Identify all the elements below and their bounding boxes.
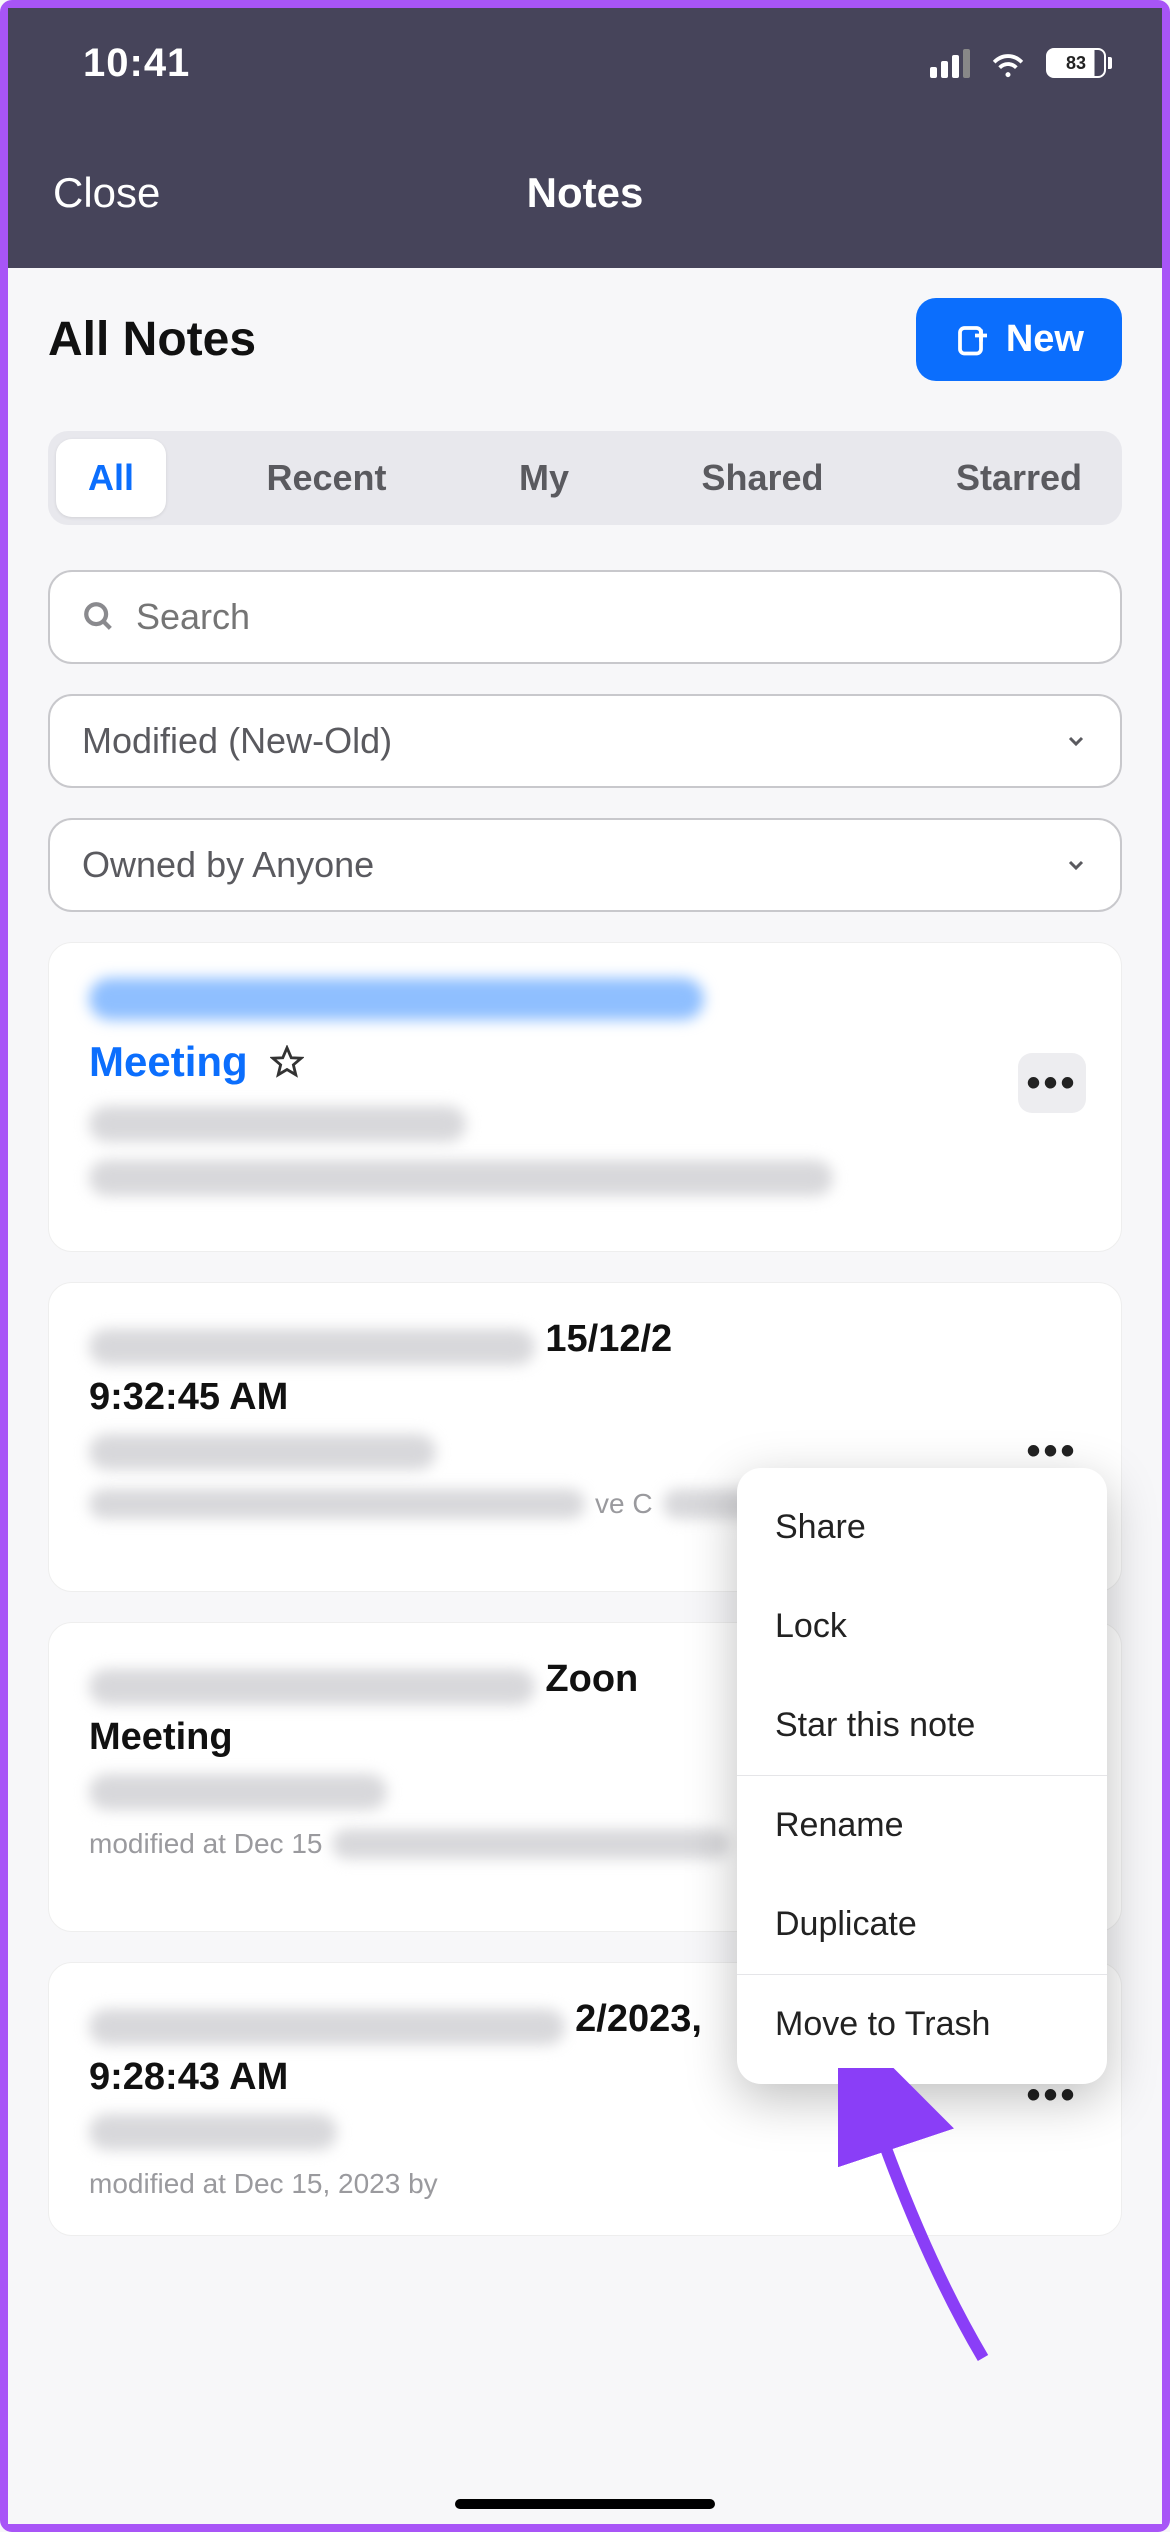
note-date-partial: 2/2023, <box>575 1998 702 2041</box>
redacted-text <box>89 1669 535 1705</box>
battery-icon: 83 <box>1046 48 1112 78</box>
nav-title: Notes <box>527 169 644 217</box>
redacted-text <box>89 1489 585 1519</box>
redacted-text <box>89 1160 833 1196</box>
redacted-text <box>89 1774 387 1810</box>
sort-value: Modified (New-Old) <box>82 720 392 762</box>
menu-move-to-trash[interactable]: Move to Trash <box>737 1975 1107 2074</box>
redacted-text <box>89 1106 466 1142</box>
redacted-text <box>89 1434 436 1470</box>
note-more-button[interactable]: ••• <box>1018 1053 1086 1113</box>
new-note-button[interactable]: New <box>916 298 1122 381</box>
note-date-partial: 15/12/2 <box>545 1318 672 1361</box>
note-context-menu: Share Lock Star this note Rename Duplica… <box>737 1468 1107 2084</box>
status-bar: 10:41 83 <box>8 8 1162 118</box>
wifi-icon <box>988 48 1028 78</box>
home-indicator[interactable] <box>455 2499 715 2509</box>
chevron-down-icon <box>1064 729 1088 753</box>
redacted-text <box>89 978 704 1020</box>
close-button[interactable]: Close <box>53 169 160 217</box>
filter-tabs: All Recent My Shared Starred <box>48 431 1122 525</box>
note-meta-fragment: ve C <box>595 1488 653 1520</box>
search-input[interactable] <box>136 596 1088 638</box>
tab-shared[interactable]: Shared <box>669 439 855 517</box>
menu-share[interactable]: Share <box>737 1478 1107 1577</box>
search-field[interactable] <box>48 570 1122 664</box>
page-title: All Notes <box>48 312 256 367</box>
owner-value: Owned by Anyone <box>82 844 374 886</box>
owner-dropdown[interactable]: Owned by Anyone <box>48 818 1122 912</box>
note-title: Meeting <box>89 1038 248 1086</box>
menu-rename[interactable]: Rename <box>737 1776 1107 1875</box>
note-card[interactable]: Meeting ••• <box>48 942 1122 1252</box>
cellular-signal-icon <box>930 49 970 78</box>
status-time: 10:41 <box>83 41 190 86</box>
sort-dropdown[interactable]: Modified (New-Old) <box>48 694 1122 788</box>
tab-starred[interactable]: Starred <box>924 439 1114 517</box>
note-meta: modified at Dec 15 <box>89 1828 322 1860</box>
redacted-text <box>89 1329 535 1365</box>
menu-duplicate[interactable]: Duplicate <box>737 1875 1107 1974</box>
main-content: All Notes New All Recent My Shared Starr… <box>8 268 1162 2524</box>
tab-all[interactable]: All <box>56 439 166 517</box>
new-button-label: New <box>1006 318 1084 361</box>
menu-star[interactable]: Star this note <box>737 1676 1107 1775</box>
status-indicators: 83 <box>930 48 1112 78</box>
tab-recent[interactable]: Recent <box>234 439 418 517</box>
tab-my[interactable]: My <box>487 439 601 517</box>
menu-lock[interactable]: Lock <box>737 1577 1107 1676</box>
star-outline-icon[interactable] <box>270 1045 304 1079</box>
redacted-text <box>89 2009 565 2045</box>
redacted-text <box>332 1829 729 1859</box>
note-meta: modified at Dec 15, 2023 by <box>89 2168 1081 2200</box>
redacted-text <box>89 2114 337 2150</box>
note-time: 9:32:45 AM <box>89 1376 1081 1419</box>
search-icon <box>82 600 116 634</box>
chevron-down-icon <box>1064 853 1088 877</box>
new-note-icon <box>954 322 990 358</box>
note-title-fragment: Zoon <box>545 1658 638 1701</box>
nav-bar: Close Notes <box>8 118 1162 268</box>
